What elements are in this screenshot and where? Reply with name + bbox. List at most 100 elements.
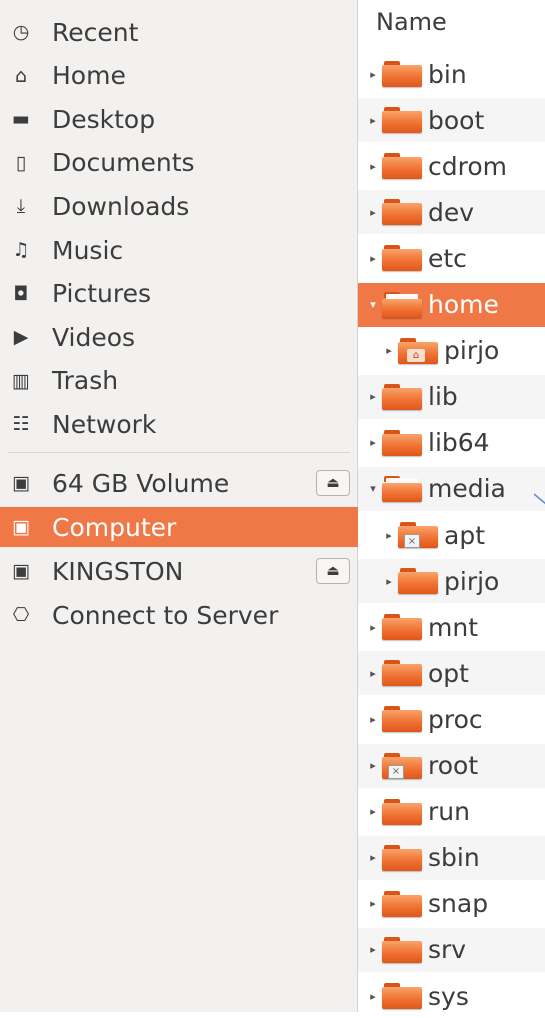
file-row-media[interactable]: ▾ media [358,466,545,511]
locked-folder-icon: × [382,752,422,779]
file-row-sbin[interactable]: ▸ sbin [358,835,545,880]
sidebar-item-label: Downloads [52,191,190,221]
sidebar-item-connect-to-server[interactable]: ⎔ Connect to Server [0,595,358,635]
file-name: dev [428,197,475,227]
file-row-pirjo[interactable]: ▸ ⌂ pirjo [358,329,545,373]
expander-collapsed-icon[interactable]: ▸ [368,390,378,403]
folder-icon [382,660,422,687]
file-row-sys[interactable]: ▸ sys [358,974,545,1018]
file-name: mnt [428,612,478,642]
expander-collapsed-icon[interactable]: ▸ [368,621,378,634]
file-name: pirjo [444,336,500,366]
folder-icon [382,798,422,825]
column-header-name[interactable]: Name [358,8,545,48]
file-name: media [428,474,506,504]
folder-icon [398,568,438,595]
folder-icon [382,614,422,641]
network-icon: ☷ [12,413,30,436]
expander-collapsed-icon[interactable]: ▸ [368,667,378,680]
expander-collapsed-icon[interactable]: ▸ [384,344,394,357]
folder-icon [382,107,422,134]
music-icon: ♫ [12,239,30,261]
sidebar-item-trash[interactable]: ▥ Trash [0,361,358,401]
sidebar-item-downloads[interactable]: ⤓ Downloads [0,186,358,226]
folder-icon [382,153,422,180]
expander-collapsed-icon[interactable]: ▸ [368,897,378,910]
desktop-folder-icon: ▬ [12,108,30,131]
file-row-srv[interactable]: ▸ srv [358,927,545,972]
overlay-scroll-indicator[interactable] [534,490,545,520]
file-name: sys [428,981,469,1011]
file-row-proc[interactable]: ▸ proc [358,697,545,741]
sidebar-item-music[interactable]: ♫ Music [0,230,358,270]
expander-collapsed-icon[interactable]: ▸ [368,851,378,864]
locked-folder-icon: × [398,522,438,548]
file-row-etc[interactable]: ▸ etc [358,236,545,280]
expander-collapsed-icon[interactable]: ▸ [368,114,378,127]
file-name: root [428,751,479,780]
sidebar-item-network[interactable]: ☷ Network [0,404,358,444]
sidebar-item-documents[interactable]: ▯ Documents [0,143,358,183]
file-row-dev[interactable]: ▸ dev [358,190,545,235]
sidebar-item-pictures[interactable]: ◘ Pictures [0,274,358,314]
folder-icon [382,706,422,733]
sidebar-item-label: Desktop [52,104,156,134]
expander-collapsed-icon[interactable]: ▸ [368,206,378,219]
sidebar-item-64-gb-volume[interactable]: ▣ 64 GB Volume ⏏ [0,463,358,503]
file-row-cdrom[interactable]: ▸ cdrom [358,144,545,188]
expander-collapsed-icon[interactable]: ▸ [368,436,378,449]
trash-icon: ▥ [12,369,30,392]
sidebar-item-home[interactable]: ⌂ Home [0,56,358,96]
eject-icon: ⏏ [326,563,340,579]
eject-button[interactable]: ⏏ [316,470,350,496]
sidebar-item-label: Pictures [52,279,151,309]
file-row-lib[interactable]: ▸ lib [358,374,545,419]
file-row-bin[interactable]: ▸ bin [358,52,545,96]
sidebar-item-kingston[interactable]: ▣ KINGSTON ⏏ [0,551,358,591]
expander-expanded-icon[interactable]: ▾ [368,298,378,311]
file-row-mnt[interactable]: ▸ mnt [358,605,545,649]
folder-icon [382,844,422,871]
expander-collapsed-icon[interactable]: ▸ [368,990,378,1003]
expander-expanded-icon[interactable]: ▾ [368,482,378,495]
sidebar-item-desktop[interactable]: ▬ Desktop [0,99,358,139]
folder-icon [382,936,422,963]
video-icon: ▶ [13,326,29,349]
home-folder-icon: ⌂ [398,337,438,364]
file-row-home[interactable]: ▾ home [358,282,545,327]
file-row-boot[interactable]: ▸ boot [358,98,545,143]
expander-collapsed-icon[interactable]: ▸ [384,575,394,588]
file-name: lib64 [428,428,490,458]
sidebar-item-videos[interactable]: ▶ Videos [0,317,358,357]
file-row-pirjo[interactable]: ▸ pirjo [358,559,545,604]
sidebar: ◷ Recent ⌂ Home ▬ Desktop ▯ Documents ⤓ Downloads… [0,0,358,1012]
expander-collapsed-icon[interactable]: ▸ [368,943,378,956]
file-name: proc [428,704,483,734]
file-row-snap[interactable]: ▸ snap [358,882,545,926]
camera-icon: ◘ [13,282,29,305]
sidebar-item-label: Videos [52,322,136,352]
eject-button[interactable]: ⏏ [316,558,350,584]
expander-collapsed-icon[interactable]: ▸ [368,160,378,173]
expander-collapsed-icon[interactable]: ▸ [368,713,378,726]
file-name: bin [428,59,467,89]
file-row-run[interactable]: ▸ run [358,790,545,834]
expander-collapsed-icon[interactable]: ▸ [368,759,378,772]
file-row-root[interactable]: ▸ × root [358,743,545,788]
expander-collapsed-icon[interactable]: ▸ [368,252,378,265]
sidebar-item-computer[interactable]: ▣ Computer [0,507,358,547]
file-row-apt[interactable]: ▸ × apt [358,513,545,557]
file-row-opt[interactable]: ▸ opt [358,651,545,696]
sidebar-item-recent[interactable]: ◷ Recent [0,12,358,52]
file-name: boot [428,105,485,135]
sidebar-item-label: 64 GB Volume [52,468,230,498]
expander-collapsed-icon[interactable]: ▸ [384,529,394,542]
expander-collapsed-icon[interactable]: ▸ [368,68,378,81]
file-row-lib64[interactable]: ▸ lib64 [358,421,545,465]
file-name: srv [428,935,467,965]
sidebar-item-label: Documents [52,148,195,178]
expander-collapsed-icon[interactable]: ▸ [368,805,378,818]
folder-icon [382,429,422,456]
home-icon: ⌂ [14,64,28,87]
clock-icon: ◷ [12,21,30,43]
